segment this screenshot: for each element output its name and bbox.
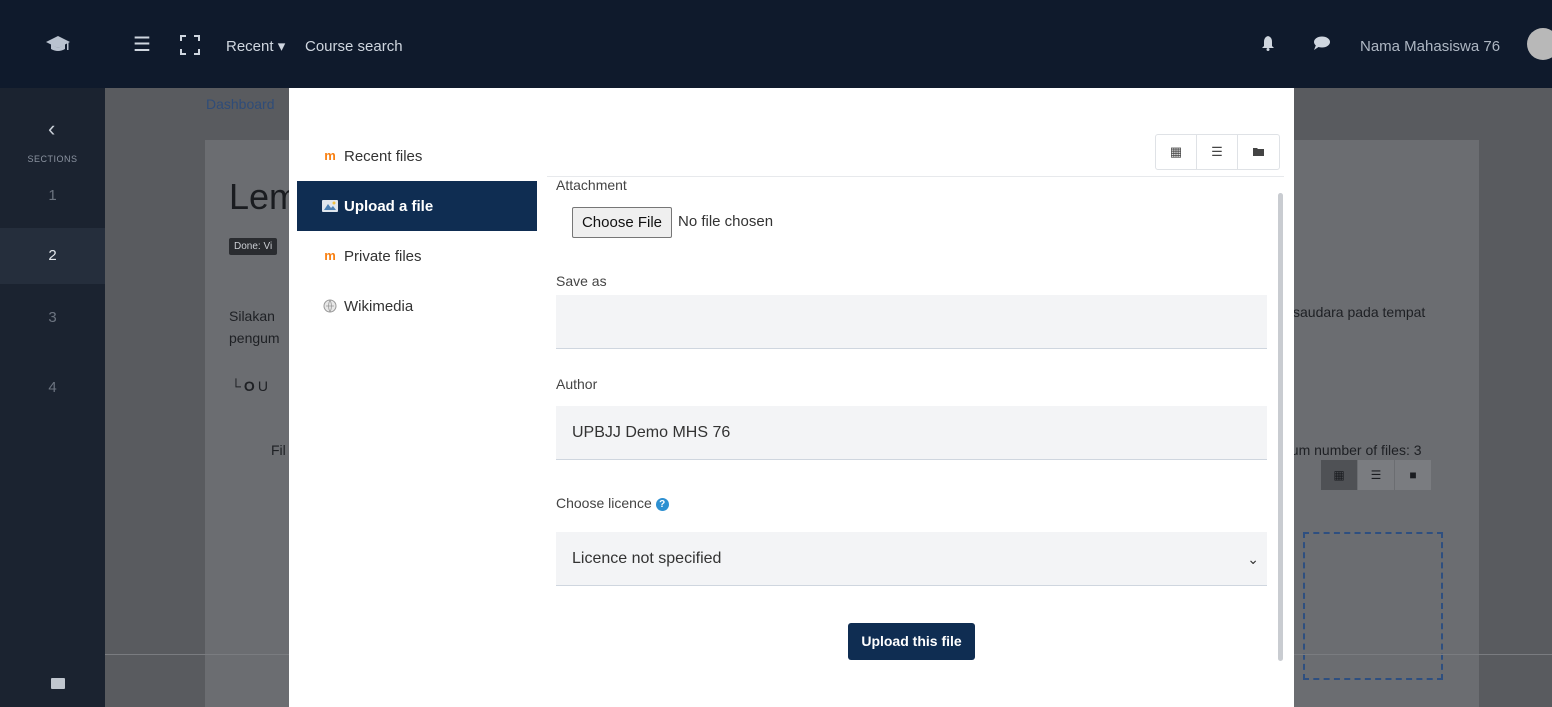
folder-icon[interactable]: ■ xyxy=(1395,460,1431,490)
repo-label: Recent files xyxy=(344,147,423,165)
repo-upload-file[interactable]: Upload a file xyxy=(297,181,537,231)
fullscreen-icon[interactable] xyxy=(180,35,200,55)
files-label: Fil xyxy=(271,442,286,458)
top-navbar: ☰ Recent ▾ Course search Nama Mahasiswa … xyxy=(0,0,1552,88)
save-as-label: Save as xyxy=(556,273,607,289)
folder-icon[interactable] xyxy=(1238,135,1279,169)
divider xyxy=(547,176,1284,177)
repo-label: Upload a file xyxy=(344,197,434,215)
bell-icon[interactable] xyxy=(1262,36,1274,56)
repo-recent-files[interactable]: m Recent files xyxy=(297,131,537,181)
file-dropzone[interactable] xyxy=(1303,532,1443,680)
author-field[interactable]: UPBJJ Demo MHS 76 xyxy=(556,406,1267,460)
file-picker-modal: m Recent files Upload a file m Private f… xyxy=(289,88,1294,707)
author-label: Author xyxy=(556,376,598,392)
chevron-down-icon: ⌄ xyxy=(1247,551,1259,567)
recent-menu[interactable]: Recent ▾ xyxy=(226,38,285,56)
repository-list: m Recent files Upload a file m Private f… xyxy=(297,131,537,331)
description-line-2: pengum xyxy=(229,330,280,346)
licence-select-value: Licence not specified xyxy=(572,550,722,567)
section-item-2[interactable]: 2 xyxy=(0,228,105,284)
repo-label: Private files xyxy=(344,247,422,265)
list-view-icon[interactable]: ☰ xyxy=(1197,135,1238,169)
avatar[interactable] xyxy=(1527,28,1552,60)
description-line-1: Silakan xyxy=(229,308,275,324)
graduation-cap-icon[interactable] xyxy=(40,26,76,62)
course-search-link[interactable]: Course search xyxy=(305,38,403,56)
no-file-text: No file chosen xyxy=(678,213,774,230)
moodle-m-icon: m xyxy=(324,148,336,163)
hamburger-menu-icon[interactable]: ☰ xyxy=(133,35,151,55)
file-link[interactable]: └ O U xyxy=(231,378,268,394)
description-text-right: saudara pada tempat xyxy=(1293,304,1426,320)
archive-icon[interactable] xyxy=(51,678,65,689)
upload-file-button[interactable]: Upload this file xyxy=(848,623,975,660)
view-mode-buttons: ▦ ☰ ■ xyxy=(1321,460,1432,490)
choose-file-button[interactable]: Choose File xyxy=(572,207,672,238)
moodle-m-icon: m xyxy=(324,248,336,263)
repo-label: Wikimedia xyxy=(344,297,414,315)
choose-licence-text: Choose licence xyxy=(556,495,652,511)
file-link-label: U xyxy=(257,378,268,394)
chat-icon[interactable] xyxy=(1313,36,1331,50)
list-view-icon[interactable]: ☰ xyxy=(1358,460,1394,490)
user-name[interactable]: Nama Mahasiswa 76 xyxy=(1360,38,1500,55)
repo-wikimedia[interactable]: Wikimedia xyxy=(297,281,537,331)
back-chevron-icon[interactable]: ‹ xyxy=(48,118,55,140)
licence-select[interactable]: Licence not specified ⌄ xyxy=(556,532,1267,586)
save-as-field[interactable] xyxy=(556,295,1267,349)
status-badge: Done: Vi xyxy=(229,238,278,255)
icons-view-icon[interactable]: ▦ xyxy=(1156,135,1197,169)
view-mode-toolbar: ▦ ☰ xyxy=(1155,134,1280,170)
sections-title: SECTIONS xyxy=(27,154,78,164)
sections-sidebar: ‹ SECTIONS 1 2 3 4 xyxy=(0,88,105,707)
attachment-label: Attachment xyxy=(556,177,627,193)
breadcrumb[interactable]: Dashboard xyxy=(206,96,275,112)
wikimedia-icon xyxy=(321,299,339,313)
repo-private-files[interactable]: m Private files xyxy=(297,231,537,281)
help-icon[interactable]: ? xyxy=(655,497,669,511)
section-item-1[interactable]: 1 xyxy=(0,168,105,224)
upload-icon xyxy=(321,199,339,213)
description-text: Silakan pengum xyxy=(229,305,289,349)
max-files-text: num number of files: 3 xyxy=(1283,442,1422,458)
choose-licence-label: Choose licence? xyxy=(556,495,669,511)
scrollbar[interactable] xyxy=(1278,193,1283,661)
section-item-3[interactable]: 3 xyxy=(0,290,105,346)
icons-view-icon[interactable]: ▦ xyxy=(1321,460,1357,490)
section-item-4[interactable]: 4 xyxy=(0,360,105,416)
